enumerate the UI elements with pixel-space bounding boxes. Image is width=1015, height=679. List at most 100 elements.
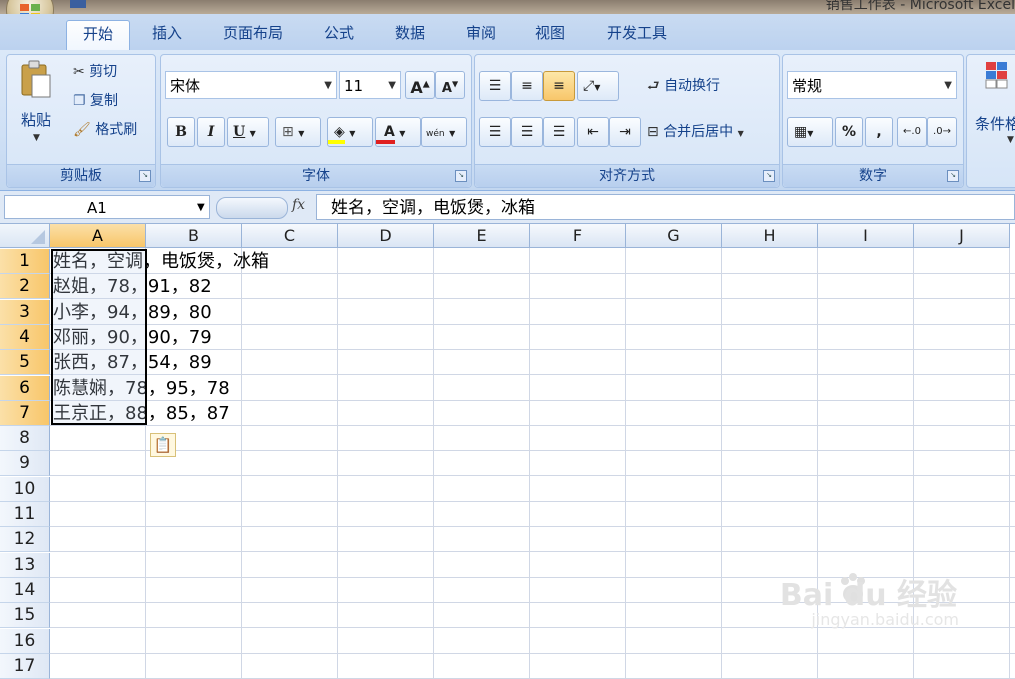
chevron-down-icon: ▼ [197, 202, 205, 213]
wrap-text-button[interactable]: ⮐ 自动换行 [647, 75, 720, 99]
window-title: 销售工作表 - Microsoft Excel [825, 0, 1015, 13]
row-header-1[interactable]: 1 [0, 249, 50, 274]
chevron-down-icon: ▼ [399, 129, 406, 138]
paste-button[interactable]: 粘贴 ▼ [13, 59, 59, 149]
merge-center-button[interactable]: ⊟ 合并后居中 ▼ [647, 121, 744, 141]
row-header-16[interactable]: 16 [0, 628, 50, 654]
column-header-c[interactable]: C [242, 224, 338, 248]
column-header-i[interactable]: I [818, 224, 914, 248]
borders-button[interactable]: ⊞ ▼ [275, 117, 321, 147]
fill-color-button[interactable]: ◈ ▼ [327, 117, 373, 147]
decrease-decimal-button[interactable]: .0→ [927, 117, 957, 147]
align-bottom-button[interactable]: ≡ [543, 71, 575, 101]
column-header-e[interactable]: E [434, 224, 530, 248]
percent-button[interactable]: % [835, 117, 863, 147]
align-center-button[interactable]: ☰ [511, 117, 543, 147]
save-icon[interactable] [70, 0, 86, 8]
row-header-8[interactable]: 8 [0, 426, 50, 452]
conditional-format-button[interactable]: 条件格 ▼ [971, 59, 1015, 149]
row-header-11[interactable]: 11 [0, 502, 50, 527]
column-header-f[interactable]: F [530, 224, 626, 248]
underline-button[interactable]: U ▼ [227, 117, 269, 147]
phonetic-button[interactable]: wén ▼ [421, 117, 467, 147]
column-header-a[interactable]: A [50, 224, 146, 248]
row-header-2[interactable]: 2 [0, 274, 50, 300]
tab-home[interactable]: 开始 [66, 20, 130, 51]
number-launcher-icon[interactable]: ↘ [947, 170, 959, 182]
align-middle-button[interactable]: ≡ [511, 71, 543, 101]
align-top-button[interactable]: ☰ [479, 71, 511, 101]
paste-icon [21, 60, 51, 98]
row-header-14[interactable]: 14 [0, 577, 50, 603]
tab-view[interactable]: 视图 [522, 20, 578, 50]
select-all-triangle-icon [31, 230, 45, 244]
name-box-value: A1 [87, 199, 107, 217]
cut-button[interactable]: ✂ 剪切 [73, 61, 117, 81]
tab-review[interactable]: 审阅 [454, 20, 508, 50]
tab-formulas[interactable]: 公式 [312, 20, 366, 50]
font-color-button[interactable]: A ▼ [375, 117, 421, 147]
row-header-9[interactable]: 9 [0, 451, 50, 477]
number-format-value: 常规 [792, 77, 823, 95]
shrink-font-button[interactable]: A▼ [435, 71, 465, 99]
column-header-b[interactable]: B [146, 224, 242, 248]
paste-options-button[interactable]: 📋 [150, 433, 176, 457]
font-name-select[interactable]: 宋体 ▼ [165, 71, 337, 99]
chevron-down-icon: ▼ [1007, 135, 1014, 145]
row-header-17[interactable]: 17 [0, 653, 50, 679]
row-header-5[interactable]: 5 [0, 350, 50, 376]
name-box[interactable]: A1 ▼ [4, 195, 210, 219]
row-header-4[interactable]: 4 [0, 324, 50, 350]
copy-button[interactable]: ❐ 复制 [73, 90, 118, 110]
formula-divider-handle[interactable] [216, 197, 288, 219]
shrink-font-icon: A▼ [441, 80, 459, 97]
row-header-3[interactable]: 3 [0, 299, 50, 325]
select-all-button[interactable] [0, 224, 50, 248]
chevron-down-icon: ▼ [388, 80, 396, 91]
formula-input[interactable]: 姓名，空调，电饭煲，冰箱 [316, 194, 1015, 220]
number-format-select[interactable]: 常规 ▼ [787, 71, 957, 99]
alignment-group-label: 对齐方式 [475, 164, 779, 187]
chevron-down-icon: ▼ [449, 129, 456, 138]
alignment-launcher-icon[interactable]: ↘ [763, 170, 775, 182]
currency-button[interactable]: ▦▼ [787, 117, 833, 147]
insert-function-icon[interactable]: fx [292, 197, 305, 213]
column-header-d[interactable]: D [338, 224, 434, 248]
selection-range [51, 249, 147, 425]
row-gridline [50, 475, 1015, 477]
conditional-format-label: 条件格 [975, 115, 1015, 133]
increase-indent-button[interactable]: ⇥ [609, 117, 641, 147]
row-header-6[interactable]: 6 [0, 375, 50, 401]
column-header-g[interactable]: G [626, 224, 722, 248]
row-header-10[interactable]: 10 [0, 476, 50, 502]
scissors-icon: ✂ [73, 64, 85, 80]
column-gridline [433, 248, 434, 679]
tab-insert[interactable]: 插入 [140, 20, 194, 50]
row-header-12[interactable]: 12 [0, 527, 50, 553]
decrease-indent-button[interactable]: ⇤ [577, 117, 609, 147]
italic-button[interactable]: I [197, 117, 225, 147]
align-right-button[interactable]: ☰ [543, 117, 575, 147]
tab-data[interactable]: 数据 [382, 20, 438, 50]
watermark-brand: Bai du 经验 [779, 578, 957, 613]
font-launcher-icon[interactable]: ↘ [455, 170, 467, 182]
column-header-j[interactable]: J [914, 224, 1010, 248]
comma-button[interactable]: , [865, 117, 893, 147]
row-header-7[interactable]: 7 [0, 400, 50, 426]
orientation-button[interactable]: ⤢▼ [577, 71, 619, 101]
increase-decimal-button[interactable]: ←.0 [897, 117, 927, 147]
row-header-15[interactable]: 15 [0, 603, 50, 629]
bold-button[interactable]: B [167, 117, 195, 147]
grow-font-button[interactable]: A▲ [405, 71, 435, 99]
align-left-button[interactable]: ☰ [479, 117, 511, 147]
tab-page-layout[interactable]: 页面布局 [210, 20, 296, 50]
format-painter-button[interactable]: 🖌 格式刷 [73, 119, 137, 139]
font-size-select[interactable]: 11 ▼ [339, 71, 401, 99]
row-gridline [50, 526, 1015, 527]
tab-developer[interactable]: 开发工具 [594, 20, 680, 50]
title-bar: 销售工作表 - Microsoft Excel [0, 0, 1015, 14]
row-header-13[interactable]: 13 [0, 552, 50, 578]
column-header-h[interactable]: H [722, 224, 818, 248]
clipboard-launcher-icon[interactable]: ↘ [139, 170, 151, 182]
column-gridline [721, 248, 722, 679]
